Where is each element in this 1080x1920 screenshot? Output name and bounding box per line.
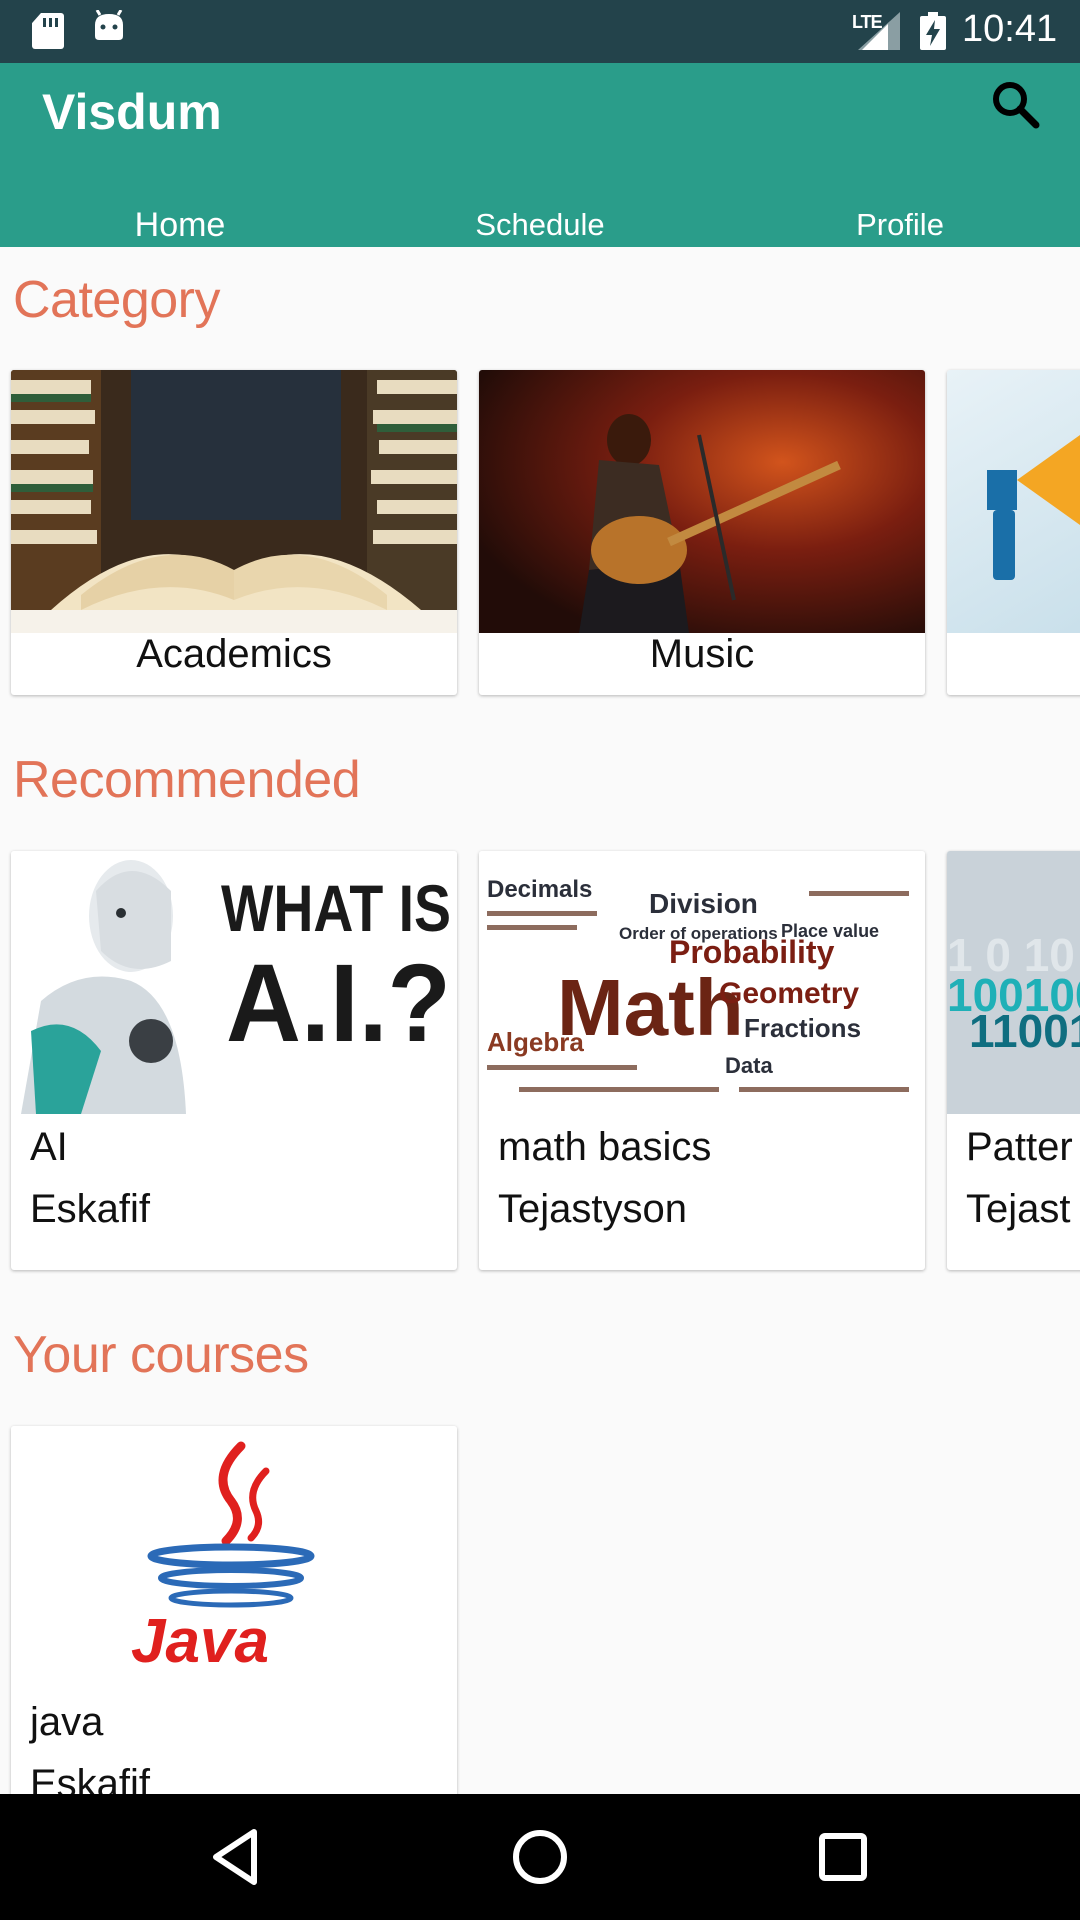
your-courses-section-title: Your courses [13,1326,309,1384]
category-card-music[interactable]: Music [479,370,925,695]
sd-card-icon [32,13,64,49]
status-bar: LTE 10:41 [0,0,1080,63]
wc-word-5: Geometry [719,977,859,1010]
music-image [479,370,925,633]
ai-image: WHAT IS A.I.? [11,851,457,1114]
android-icon [95,10,123,40]
course-title-pattern: Patter [966,1125,1073,1169]
wc-word-7: Algebra [487,1027,584,1057]
cell-signal-icon [858,12,900,50]
recommended-section-title: Recommended [13,751,361,809]
course-title-math: math basics [498,1125,712,1169]
wc-word-1: Decimals [487,876,592,903]
java-logo-text: Java [131,1607,269,1676]
screen: LTE 10:41 Visdum Home Schedule Profile C… [0,0,1080,1920]
category-label-academics: Academics [136,632,332,676]
search-icon[interactable] [986,75,1046,135]
app-title: Visdum [42,84,222,140]
wc-word-6: Fractions [744,1013,861,1043]
academics-image [11,370,457,633]
tab-profile[interactable]: Profile [720,203,1080,247]
clock: 10:41 [962,8,1058,50]
wc-word-2: Division [649,888,758,919]
category-card-academics[interactable]: Academics [11,370,457,695]
category-card-partial[interactable] [947,370,1080,695]
megaphone-image [947,370,1080,633]
course-title-ai: AI [30,1125,68,1169]
battery-charging-icon [920,12,946,50]
recommended-card-pattern[interactable]: 1 0 10 100100 11001 Patter Tejast [947,851,1080,1270]
app-bar: Visdum Home Schedule Profile [0,63,1080,247]
course-author-ai: Eskafif [30,1187,151,1231]
category-section-title: Category [13,271,221,329]
course-author-pattern: Tejast [966,1187,1071,1231]
ai-image-text-1: WHAT IS [221,871,451,945]
home-circle-icon[interactable] [507,1824,573,1890]
course-author-math: Tejastyson [498,1187,687,1231]
wc-word-9: Order of operations [619,924,778,943]
navigation-bar [0,1794,1080,1920]
binary-text-3: 11001 [969,1005,1080,1057]
ai-image-text-2: A.I.? [226,942,451,1065]
tab-home[interactable]: Home [0,203,360,247]
math-wordcloud-image: Decimals Division Probability Math Geome… [479,851,925,1114]
recents-square-icon[interactable] [810,1824,876,1890]
wc-word-8: Data [725,1053,773,1078]
binary-image: 1 0 10 100100 11001 [947,851,1080,1114]
course-title-java: java [30,1700,104,1744]
java-logo-image: Java [11,1426,457,1689]
tab-schedule[interactable]: Schedule [360,203,720,247]
category-label-music: Music [649,632,755,676]
course-card-java[interactable]: Java java Eskafif [11,1426,457,1845]
wc-word-10: Place value [781,921,879,941]
recommended-card-ai[interactable]: WHAT IS A.I.? AI Eskafif [11,851,457,1270]
back-icon[interactable] [204,1824,270,1890]
wc-word-4: Math [557,963,744,1052]
recommended-card-math[interactable]: Decimals Division Probability Math Geome… [479,851,925,1270]
